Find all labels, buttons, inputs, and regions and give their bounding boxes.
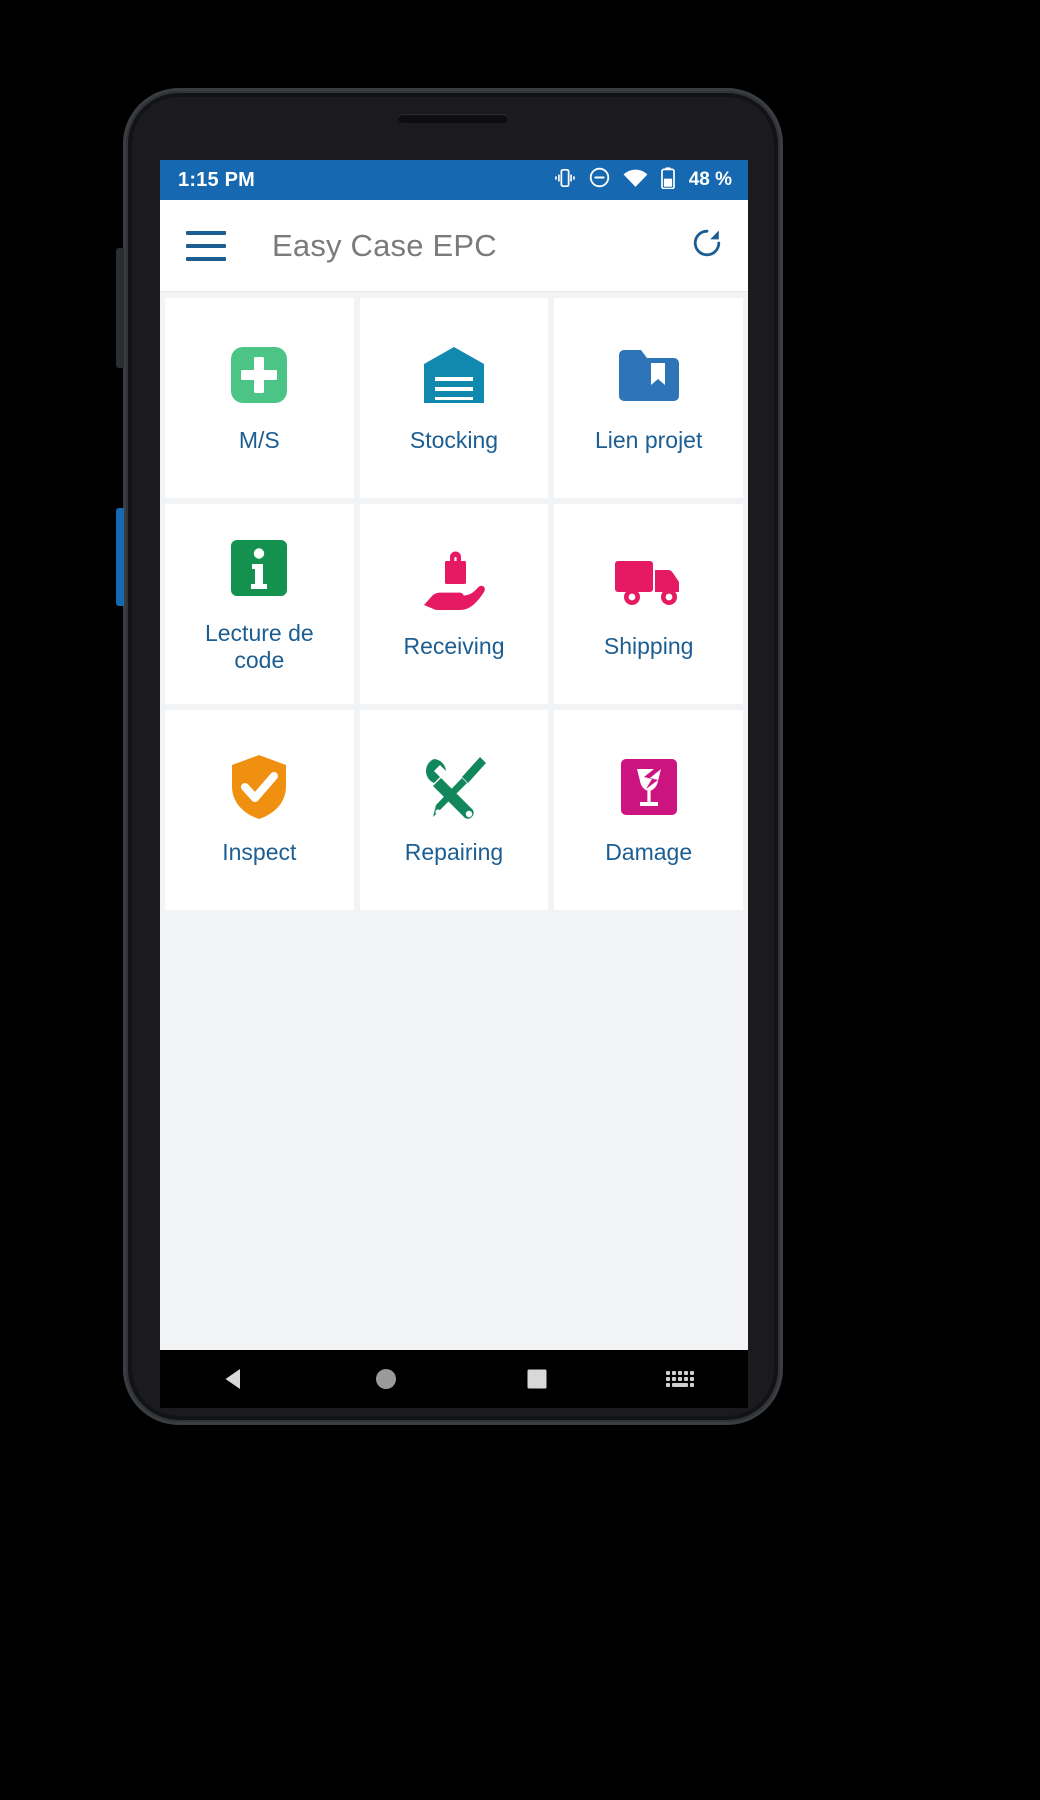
phone-frame: 1:15 PM 4 48 % Easy Case EPC M/S Stockin… — [116, 88, 783, 1425]
triangle-back-icon[interactable] — [160, 1366, 311, 1392]
phone-screen: 1:15 PM 4 48 % Easy Case EPC M/S Stockin… — [160, 160, 748, 1350]
circle-home-icon[interactable] — [311, 1366, 462, 1392]
square-recents-icon[interactable] — [462, 1366, 613, 1392]
plus-square-icon — [227, 337, 291, 413]
tile-shipping[interactable]: Shipping — [554, 504, 743, 704]
tile-label: Repairing — [404, 839, 504, 866]
do-not-disturb-icon — [589, 167, 610, 193]
tile-label: Lecture de code — [204, 619, 314, 673]
tile-repairing[interactable]: Repairing — [359, 710, 549, 910]
shield-check-icon — [228, 749, 290, 825]
tile-lecture-de-code[interactable]: Lecture de code — [165, 504, 354, 704]
tile-grid: M/S Stocking Lien projet Lecture de code… — [160, 292, 748, 910]
tile-label: Receiving — [403, 633, 505, 660]
android-navigation-bar — [160, 1350, 748, 1408]
app-title: Easy Case EPC — [272, 227, 497, 263]
tile-receiving[interactable]: Receiving — [359, 504, 549, 704]
broken-glass-square-icon — [617, 749, 681, 825]
warehouse-icon — [420, 337, 488, 413]
tile-ms[interactable]: M/S — [165, 298, 354, 498]
refresh-icon[interactable] — [690, 226, 724, 265]
tile-inspect[interactable]: Inspect — [165, 710, 354, 910]
volume-button[interactable] — [116, 248, 124, 368]
folder-bookmark-icon — [615, 337, 683, 413]
power-button[interactable] — [116, 508, 124, 606]
delivery-truck-icon — [613, 543, 685, 619]
tile-damage[interactable]: Damage — [554, 710, 743, 910]
svg-text:4: 4 — [643, 178, 648, 187]
content-area: M/S Stocking Lien projet Lecture de code… — [160, 292, 748, 1350]
tile-lien-projet[interactable]: Lien projet — [554, 298, 743, 498]
hamburger-menu-icon[interactable] — [186, 230, 226, 261]
hand-receive-package-icon — [418, 543, 490, 619]
tile-stocking[interactable]: Stocking — [359, 298, 549, 498]
wrench-screwdriver-icon — [420, 749, 488, 825]
battery-percent-label: 48 % — [688, 169, 732, 190]
info-square-icon — [227, 530, 291, 606]
tile-label: Stocking — [409, 427, 499, 454]
app-bar: Easy Case EPC — [160, 200, 748, 292]
status-bar-icons: 4 48 % — [554, 166, 732, 194]
tile-label: Lien projet — [594, 427, 703, 454]
wifi-icon: 4 — [623, 168, 648, 193]
status-bar: 1:15 PM 4 48 % — [160, 160, 748, 200]
status-bar-clock: 1:15 PM — [178, 168, 255, 191]
keyboard-icon[interactable] — [612, 1371, 748, 1387]
battery-icon — [660, 166, 675, 194]
vibrate-icon — [554, 168, 576, 193]
tile-label: Shipping — [603, 633, 694, 660]
tile-label: Inspect — [222, 839, 297, 866]
tile-label: M/S — [238, 427, 280, 454]
tile-label: Damage — [605, 839, 693, 866]
earpiece-speaker — [398, 114, 508, 123]
